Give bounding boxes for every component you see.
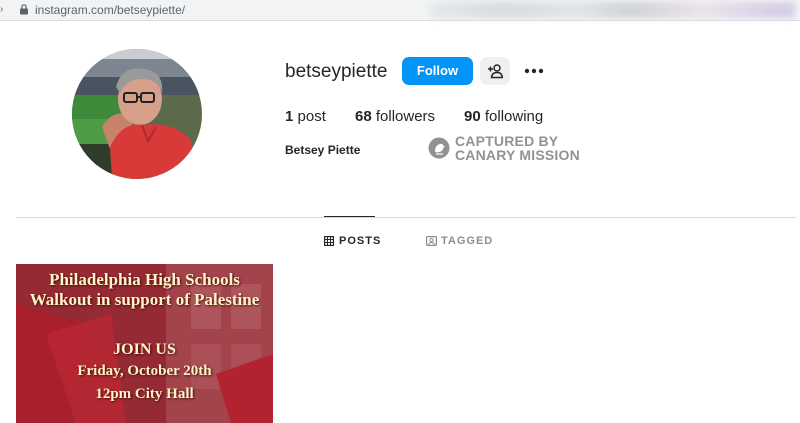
blurred-browser-extensions	[430, 2, 795, 18]
profile-tabs-divider	[16, 217, 796, 218]
posts-count-label: post	[297, 108, 326, 125]
more-options-icon	[524, 68, 544, 74]
lock-icon[interactable]	[19, 4, 29, 15]
following-link[interactable]: 90 following	[464, 108, 543, 126]
avatar[interactable]	[72, 49, 202, 179]
follow-button[interactable]: Follow	[402, 57, 473, 85]
posts-count: 1 post	[285, 108, 326, 126]
add-person-icon	[488, 64, 503, 79]
watermark-line-2: CANARY MISSION	[455, 147, 580, 163]
browser-address-bar[interactable]: › instagram.com/betseypiette/	[0, 0, 800, 21]
following-count-label: following	[484, 108, 544, 125]
canary-mission-watermark: CAPTURED BY CANARY MISSION	[428, 133, 580, 164]
tab-tagged-label: TAGGED	[441, 235, 494, 247]
post-headline-line-2: Walkout in support of Palestine	[29, 290, 260, 309]
tab-tagged[interactable]: TAGGED	[426, 234, 496, 248]
tagged-icon	[426, 236, 437, 246]
following-count-number: 90	[464, 108, 481, 125]
suggested-accounts-button[interactable]	[480, 57, 510, 85]
watermark-line-1: CAPTURED BY	[455, 133, 559, 149]
canary-bird-icon	[428, 137, 450, 159]
post-headline-line-1: Philadelphia High Schools	[49, 270, 240, 289]
post-time-location: 12pm City Hall	[95, 386, 194, 402]
profile-full-name: Betsey Piette	[285, 143, 361, 157]
avatar-photo	[72, 49, 202, 179]
profile-username: betseypiette	[285, 61, 388, 82]
url-text[interactable]: instagram.com/betseypiette/	[35, 2, 185, 18]
tab-posts[interactable]: POSTS	[324, 234, 384, 248]
tab-posts-label: POSTS	[339, 235, 382, 247]
followers-count-number: 68	[355, 108, 372, 125]
more-options-button[interactable]	[522, 60, 546, 82]
followers-count-label: followers	[375, 108, 436, 125]
instagram-profile-page: › instagram.com/betseypiette/ betseypiet…	[0, 0, 800, 423]
post-thumbnail[interactable]: Philadelphia High Schools Walkout in sup…	[16, 264, 273, 423]
post-call-to-action: JOIN US	[113, 341, 176, 358]
posts-count-number: 1	[285, 108, 294, 125]
post-date: Friday, October 20th	[77, 363, 212, 379]
address-bar-edge-glyph: ›	[0, 4, 4, 15]
followers-link[interactable]: 68 followers	[355, 108, 435, 126]
grid-icon	[324, 236, 334, 246]
active-tab-indicator	[324, 216, 375, 217]
